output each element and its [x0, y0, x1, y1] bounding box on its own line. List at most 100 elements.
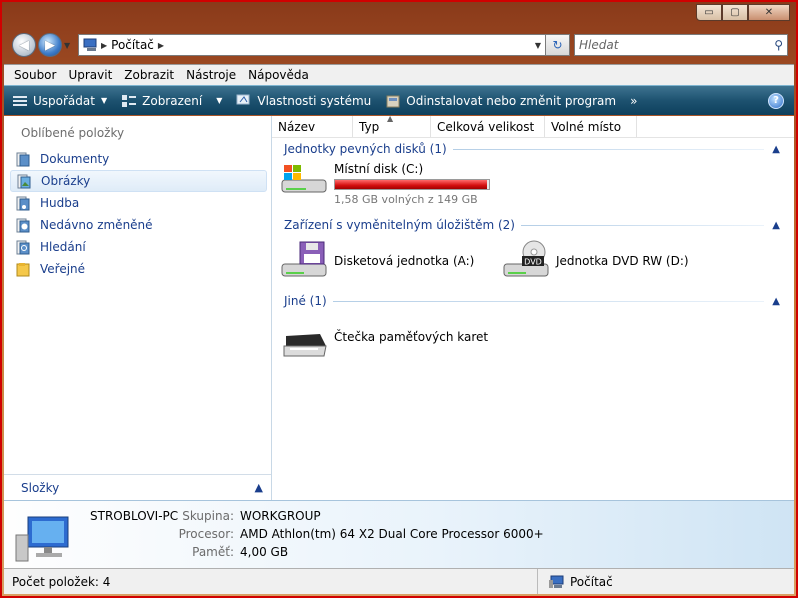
recent-pages-dropdown[interactable]: ▼ — [64, 41, 74, 50]
uninstall-program-label: Odinstalovat nebo změnit program — [406, 93, 617, 108]
documents-icon — [16, 152, 30, 166]
computer-icon — [549, 575, 564, 588]
menu-edit[interactable]: Upravit — [68, 68, 112, 82]
column-header-free-space[interactable]: Volné místo — [545, 116, 637, 137]
details-pane: STROBLOVI-PC Skupina: WORKGROUP Procesor… — [4, 500, 794, 570]
drive-free-space: 1,58 GB volných z 149 GB — [334, 193, 478, 206]
search-input[interactable]: Hledat — [579, 38, 618, 52]
menu-bar: Soubor Upravit Zobrazit Nástroje Nápověd… — [4, 64, 794, 85]
device-item-card-reader[interactable]: Čtečka paměťových karet — [280, 326, 488, 360]
sidebar-item-label: Veřejné — [40, 262, 86, 276]
arrow-left-icon: ◀ — [19, 37, 29, 53]
menu-help[interactable]: Nápověda — [248, 68, 309, 82]
file-list-pane: Název ▲ Typ Celková velikost Volné místo … — [272, 114, 794, 500]
dvd-badge: DVD — [524, 258, 542, 267]
more-commands-button[interactable]: » — [630, 94, 637, 108]
group-header-other[interactable]: Jiné (1) ▲ — [284, 294, 780, 308]
double-chevron-right-icon: » — [630, 93, 638, 108]
drive-label: Místní disk (C:) — [334, 162, 424, 176]
refresh-button[interactable]: ↻ — [546, 34, 570, 56]
location-label: Počítač — [570, 574, 613, 589]
address-dropdown-icon[interactable]: ▼ — [535, 41, 545, 50]
group-divider — [520, 224, 765, 226]
breadcrumb-separator-icon[interactable]: ▶ — [101, 41, 107, 50]
sidebar-item-documents[interactable]: Dokumenty — [10, 148, 267, 170]
organize-icon — [13, 95, 27, 106]
navigation-pane: Oblíbené položky Dokumenty Obrázky Hudba… — [4, 116, 272, 500]
system-properties-label: Vlastnosti systému — [257, 93, 372, 108]
music-icon — [16, 196, 30, 210]
group-divider — [332, 300, 765, 302]
uninstall-program-button[interactable]: Odinstalovat nebo změnit program — [385, 94, 616, 108]
sidebar-item-public[interactable]: Veřejné — [10, 258, 267, 280]
details-key: Procesor: — [178, 527, 234, 541]
breadcrumb-separator-icon[interactable]: ▶ — [158, 41, 164, 50]
search-icon[interactable]: ⚲ — [774, 38, 783, 52]
refresh-icon: ↻ — [552, 38, 563, 52]
drive-item-dvd-d[interactable]: DVD Jednotka DVD RW (D:) — [502, 240, 689, 282]
sidebar-item-label: Nedávno změněné — [40, 218, 153, 232]
details-value: WORKGROUP — [240, 509, 321, 523]
help-icon: ? — [773, 95, 779, 106]
drive-label: Jednotka DVD RW (D:) — [556, 254, 689, 268]
sidebar-item-recent[interactable]: Nedávno změněné — [10, 214, 267, 236]
system-properties-icon — [236, 94, 250, 104]
navigation-row: ◀ ▶ ▼ ▶ Počítač ▶ ▼ ↻ Hledat ⚲ — [12, 32, 788, 58]
chevron-down-icon: ▼ — [100, 96, 108, 105]
column-header-type[interactable]: ▲ Typ — [353, 114, 431, 137]
column-header-name[interactable]: Název — [272, 116, 353, 137]
command-bar: Uspořádat ▼ Zobrazení ▼ Vlastnosti systé… — [4, 85, 794, 115]
group-title: Zařízení s vyměnitelným úložištěm (2) — [284, 218, 515, 232]
details-value: AMD Athlon(tm) 64 X2 Dual Core Processor… — [240, 527, 544, 541]
status-location: Počítač — [538, 575, 613, 589]
column-headers: Název ▲ Typ Celková velikost Volné místo — [272, 114, 794, 138]
system-properties-button[interactable]: Vlastnosti systému — [236, 94, 371, 108]
drive-item-floppy-a[interactable]: Disketová jednotka (A:) — [280, 240, 474, 282]
pictures-icon — [17, 174, 31, 188]
sort-ascending-icon: ▲ — [387, 114, 394, 123]
title-bar: ▭ ▢ ✕ ◀ ▶ ▼ ▶ Počítač ▶ ▼ ↻ Hledat ⚲ — [4, 4, 794, 62]
sidebar-item-music[interactable]: Hudba — [10, 192, 267, 214]
close-button[interactable]: ✕ — [748, 4, 790, 21]
column-label: Typ — [359, 120, 380, 134]
maximize-button[interactable]: ▢ — [722, 4, 748, 21]
organize-button[interactable]: Uspořádat ▼ — [12, 94, 107, 108]
minimize-button[interactable]: ▭ — [696, 4, 722, 21]
address-bar[interactable]: ▶ Počítač ▶ ▼ — [78, 34, 546, 56]
help-button[interactable]: ? — [768, 92, 784, 109]
explorer-window: ▭ ▢ ✕ ◀ ▶ ▼ ▶ Počítač ▶ ▼ ↻ Hledat ⚲ Sou… — [0, 0, 798, 598]
folders-label: Složky — [21, 480, 60, 495]
forward-button[interactable]: ▶ — [38, 33, 62, 57]
organize-label: Uspořádat — [33, 93, 95, 108]
chevron-up-icon[interactable]: ▲ — [255, 481, 263, 494]
back-button[interactable]: ◀ — [12, 33, 36, 57]
chevron-up-icon[interactable]: ▲ — [772, 220, 780, 231]
menu-tools[interactable]: Nástroje — [186, 68, 236, 82]
views-button[interactable]: Zobrazení ▼ — [121, 94, 222, 108]
menu-view[interactable]: Zobrazit — [124, 68, 174, 82]
status-bar: Počet položek: 4 Počítač — [4, 568, 794, 594]
drive-item-local-disk-c[interactable]: Místní disk (C:) 1,58 GB volných z 149 G… — [280, 162, 490, 206]
recent-icon — [16, 218, 30, 232]
group-header-hard-drives[interactable]: Jednotky pevných disků (1) ▲ — [284, 142, 780, 156]
chevron-up-icon[interactable]: ▲ — [772, 144, 780, 155]
breadcrumb-computer[interactable]: Počítač — [111, 38, 154, 52]
group-divider — [452, 148, 765, 150]
group-header-removable-storage[interactable]: Zařízení s vyměnitelným úložištěm (2) ▲ — [284, 218, 780, 232]
uninstall-icon — [386, 95, 400, 107]
dvd-drive-icon: DVD — [503, 240, 549, 277]
folders-toggle[interactable]: Složky ▲ — [4, 474, 271, 500]
disk-usage-bar — [334, 179, 490, 190]
sidebar-item-pictures[interactable]: Obrázky — [10, 170, 267, 192]
details-row-workgroup: Skupina: WORKGROUP — [174, 509, 321, 523]
column-header-total-size[interactable]: Celková velikost — [431, 116, 545, 137]
device-label: Čtečka paměťových karet — [334, 330, 489, 344]
chevron-up-icon[interactable]: ▲ — [772, 296, 780, 307]
menu-file[interactable]: Soubor — [14, 68, 56, 82]
public-folder-icon — [16, 262, 30, 276]
details-row-memory: Paměť: 4,00 GB — [174, 545, 288, 559]
computer-icon — [83, 38, 97, 51]
arrow-right-icon: ▶ — [45, 37, 55, 53]
search-box[interactable]: Hledat ⚲ — [574, 34, 788, 56]
sidebar-item-searches[interactable]: Hledání — [10, 236, 267, 258]
